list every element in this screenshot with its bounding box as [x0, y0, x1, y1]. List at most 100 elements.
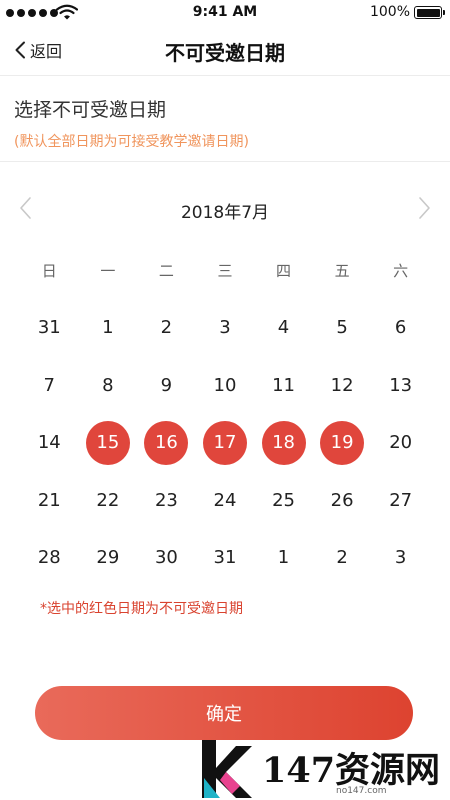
section-title: 选择不可受邀日期: [14, 99, 167, 121]
calendar-day[interactable]: 4: [254, 299, 313, 357]
calendar-day[interactable]: 10: [196, 357, 255, 415]
calendar-day-selected[interactable]: 17: [196, 414, 255, 472]
day-number: 8: [102, 374, 114, 396]
calendar-day[interactable]: 27: [371, 472, 430, 530]
calendar-day[interactable]: 31: [20, 299, 79, 357]
calendar-week-row: 21 22 23 24 25 26 27: [20, 472, 430, 530]
weekday-label: 一: [100, 262, 116, 280]
day-number: 11: [272, 374, 295, 396]
day-number: 9: [160, 374, 173, 396]
calendar-day[interactable]: 22: [79, 472, 138, 530]
calendar-day[interactable]: 6: [371, 299, 430, 357]
day-number: 12: [330, 374, 354, 396]
day-number: 17: [202, 420, 247, 465]
calendar-header: 2018年7月: [0, 192, 450, 226]
weekday-row: 日一二三四五六: [20, 260, 430, 284]
battery-percentage: 100%: [369, 4, 410, 20]
day-number: 1: [102, 317, 114, 339]
page-title: 不可受邀日期: [165, 41, 285, 65]
day-number: 26: [330, 489, 354, 511]
day-number: 7: [43, 374, 55, 396]
calendar-day[interactable]: 3: [196, 299, 255, 357]
next-month-icon[interactable]: [418, 196, 432, 220]
calendar-week-row: 7 8 9 10 11 12 13: [20, 357, 430, 415]
calendar-day-selected[interactable]: 18: [254, 414, 313, 472]
section-header: 选择不可受邀日期 (默认全部日期为可接受教学邀请日期): [0, 77, 450, 162]
day-number: 3: [219, 317, 231, 339]
day-number: 19: [320, 420, 365, 465]
calendar-day[interactable]: 30: [137, 529, 196, 587]
calendar-day[interactable]: 9: [137, 357, 196, 415]
day-number: 5: [336, 317, 348, 339]
calendar-day[interactable]: 25: [254, 472, 313, 530]
day-number: 31: [213, 547, 237, 569]
day-number: 22: [96, 489, 120, 511]
navigation-bar: 返回 不可受邀日期: [0, 26, 450, 76]
calendar-day[interactable]: 13: [371, 357, 430, 415]
day-number: 21: [37, 489, 61, 511]
calendar-day[interactable]: 7: [20, 357, 79, 415]
day-number: 14: [37, 432, 61, 454]
weekday-label: 四: [276, 262, 292, 280]
day-number: 15: [85, 420, 130, 465]
day-number: 31: [37, 317, 61, 339]
day-number: 30: [154, 547, 178, 569]
calendar-day[interactable]: 2: [137, 299, 196, 357]
weekday-label: 六: [393, 262, 409, 280]
section-subtitle: (默认全部日期为可接受教学邀请日期): [14, 134, 249, 150]
calendar-day[interactable]: 3: [371, 529, 430, 587]
calendar-day[interactable]: 11: [254, 357, 313, 415]
calendar-day[interactable]: 26: [313, 472, 372, 530]
day-number: 6: [394, 317, 407, 339]
day-number: 4: [277, 317, 290, 339]
calendar-day[interactable]: 31: [196, 529, 255, 587]
selection-note: *选中的红色日期为不可受邀日期: [40, 601, 243, 617]
calendar-day[interactable]: 8: [79, 357, 138, 415]
calendar-day[interactable]: 24: [196, 472, 255, 530]
watermark-logo: [202, 740, 252, 798]
calendar-week-row: 14 15 16 17 18 19 20: [20, 414, 430, 472]
watermark: 147资源网 no147.com: [196, 738, 450, 800]
battery-icon: [414, 6, 445, 19]
day-number: 13: [389, 374, 413, 396]
day-number: 25: [272, 489, 295, 511]
day-number: 2: [336, 547, 348, 569]
calendar-day-selected[interactable]: 19: [313, 414, 372, 472]
calendar-week-row: 31 1 2 3 4 5 6: [20, 299, 430, 357]
day-number: 28: [37, 547, 61, 569]
calendar-week-row: 28 29 30 31 1 2 3: [20, 529, 430, 587]
calendar-day[interactable]: 1: [254, 529, 313, 587]
day-number: 2: [160, 317, 173, 339]
calendar-day[interactable]: 28: [20, 529, 79, 587]
calendar-day[interactable]: 21: [20, 472, 79, 530]
day-number: 18: [261, 420, 306, 465]
weekday-label: 二: [158, 262, 174, 280]
calendar-day-selected[interactable]: 16: [137, 414, 196, 472]
weekday-label: 日: [41, 262, 57, 280]
month-label: 2018年7月: [180, 203, 270, 223]
day-number: 27: [389, 489, 413, 511]
status-bar: 9:41 AM 100%: [0, 0, 450, 26]
calendar-day[interactable]: 29: [79, 529, 138, 587]
calendar-day[interactable]: 5: [313, 299, 372, 357]
day-number: 29: [96, 547, 120, 569]
weekday-label: 五: [334, 262, 350, 280]
day-number: 20: [389, 432, 413, 454]
calendar-day[interactable]: 12: [313, 357, 372, 415]
day-number: 16: [144, 420, 189, 465]
day-number: 24: [213, 489, 237, 511]
weekday-label: 三: [217, 262, 233, 280]
calendar-grid: 31 1 2 3 4 5 6 7 8 9 10 11 12 13 14 15 16 17 18 19 20 21 22 23 2…: [20, 299, 430, 587]
calendar-day[interactable]: 23: [137, 472, 196, 530]
day-number: 23: [154, 489, 178, 511]
confirm-button[interactable]: 确定: [35, 686, 413, 740]
calendar-day[interactable]: 1: [79, 299, 138, 357]
day-number: 1: [277, 547, 290, 569]
watermark-url: no147.com: [336, 786, 387, 796]
calendar-day[interactable]: 2: [313, 529, 372, 587]
day-number: 10: [213, 374, 237, 396]
calendar-day[interactable]: 20: [371, 414, 430, 472]
calendar-day-selected[interactable]: 15: [79, 414, 138, 472]
day-number: 3: [394, 547, 407, 569]
calendar-day[interactable]: 14: [20, 414, 79, 472]
